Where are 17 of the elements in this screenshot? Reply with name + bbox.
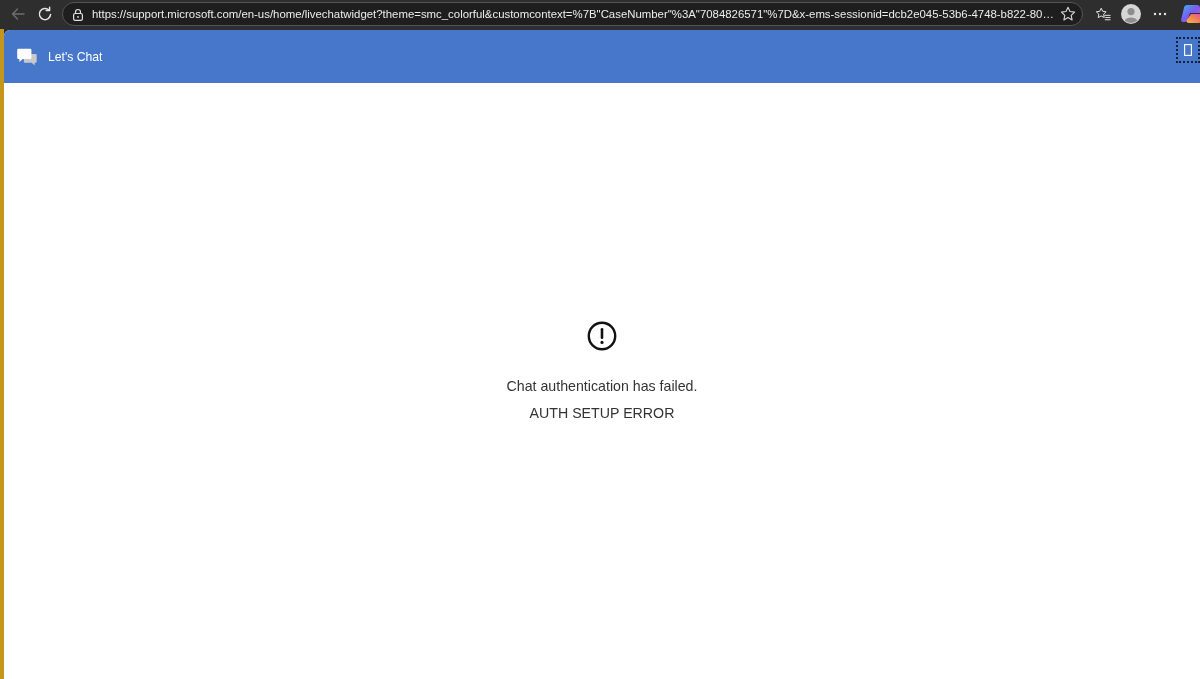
lock-icon xyxy=(72,7,84,21)
favorites-icon xyxy=(1095,6,1111,22)
error-icon xyxy=(587,321,617,351)
url-text: https://support.microsoft.com/en-us/home/livechatwidget?theme=smc_colorful&customcontext=%7B"CaseNumber"%3A"7084826571"%7D&x-ems-sessionid=dcb2e045-53b6-4748-b822-80… xyxy=(92,8,1054,20)
header-button[interactable] xyxy=(1176,37,1200,63)
back-arrow-icon xyxy=(10,6,26,22)
chat-bubbles-icon xyxy=(17,47,37,66)
chat-title: Let's Chat xyxy=(48,49,104,64)
star-icon[interactable] xyxy=(1059,6,1076,22)
address-bar[interactable]: https://support.microsoft.com/en-us/home/livechatwidget?theme=smc_colorful&customcontext=%7B"CaseNumber"%3A"7084826571"%7D&x-ems-sessionid=dcb2e045-53b6-4748-b822-80… xyxy=(62,2,1083,26)
logo-icon[interactable] xyxy=(1181,4,1200,24)
refresh-icon xyxy=(37,6,53,22)
error-code: AUTH SETUP ERROR xyxy=(529,404,675,423)
square-icon xyxy=(1184,44,1192,56)
more-icon xyxy=(1153,12,1167,16)
avatar-icon xyxy=(1121,4,1141,24)
error-message: Chat authentication has failed. xyxy=(506,377,698,396)
